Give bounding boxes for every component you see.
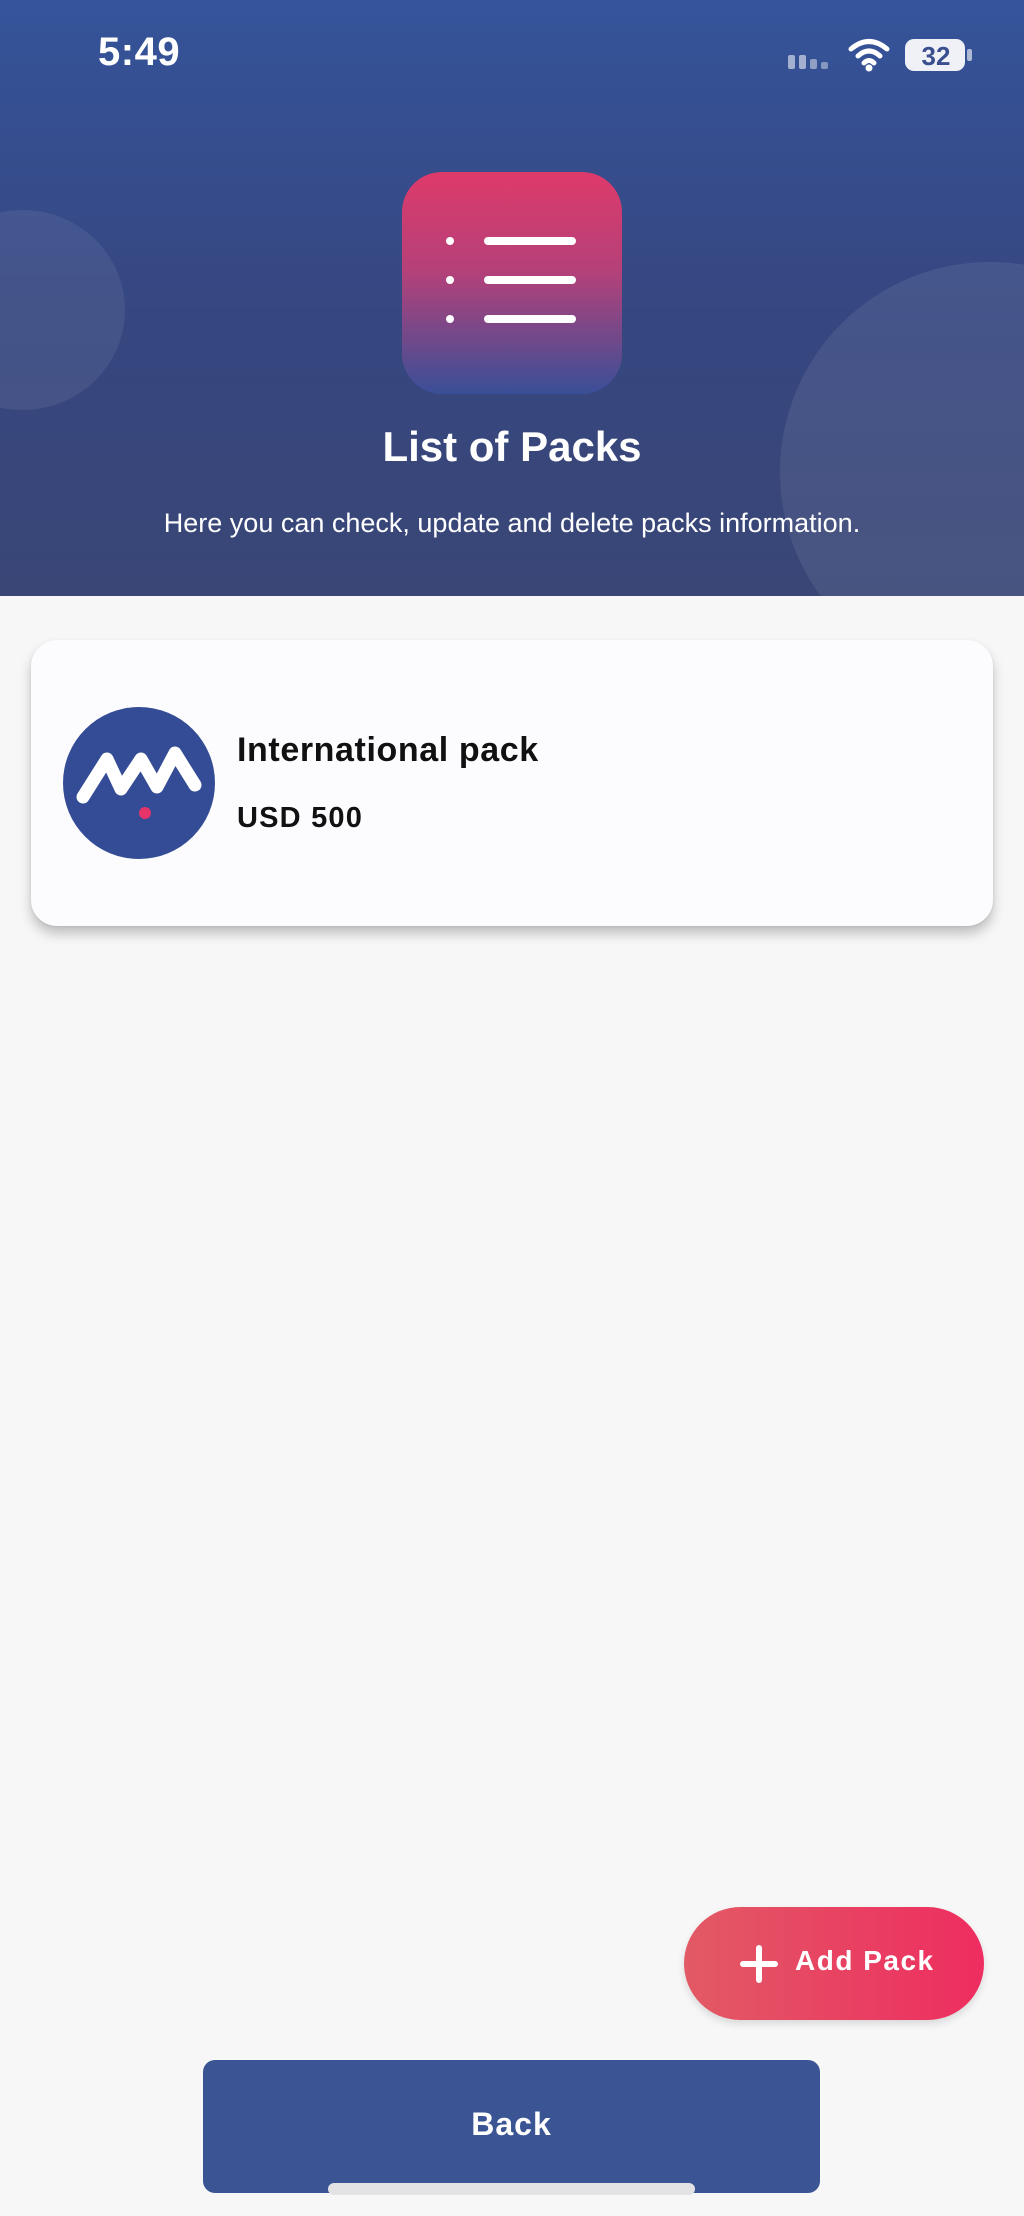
back-label: Back [471,2106,552,2142]
pack-card[interactable]: International pack USD 500 [31,640,993,926]
battery-level: 32 [921,41,951,71]
cellular-signal-icon [788,55,828,69]
pack-price: USD 500 [237,802,364,834]
header: 5:49 32 List of Packs Here you can check… [0,0,1024,596]
page-subtitle: Here you can check, update and delete pa… [163,508,861,538]
wifi-icon [848,39,890,72]
add-pack-button[interactable]: Add Pack [684,1907,984,2020]
pack-name: International pack [237,731,539,769]
brand-logo-icon [63,707,215,859]
add-pack-label: Add Pack [795,1945,935,1976]
home-indicator[interactable] [328,2183,695,2195]
list-icon [402,172,622,394]
back-button[interactable]: Back [203,2060,820,2193]
status-time: 5:49 [98,30,181,74]
page-title: List of Packs [382,423,642,470]
decorative-circle [0,210,125,410]
plus-icon [740,1945,778,1983]
